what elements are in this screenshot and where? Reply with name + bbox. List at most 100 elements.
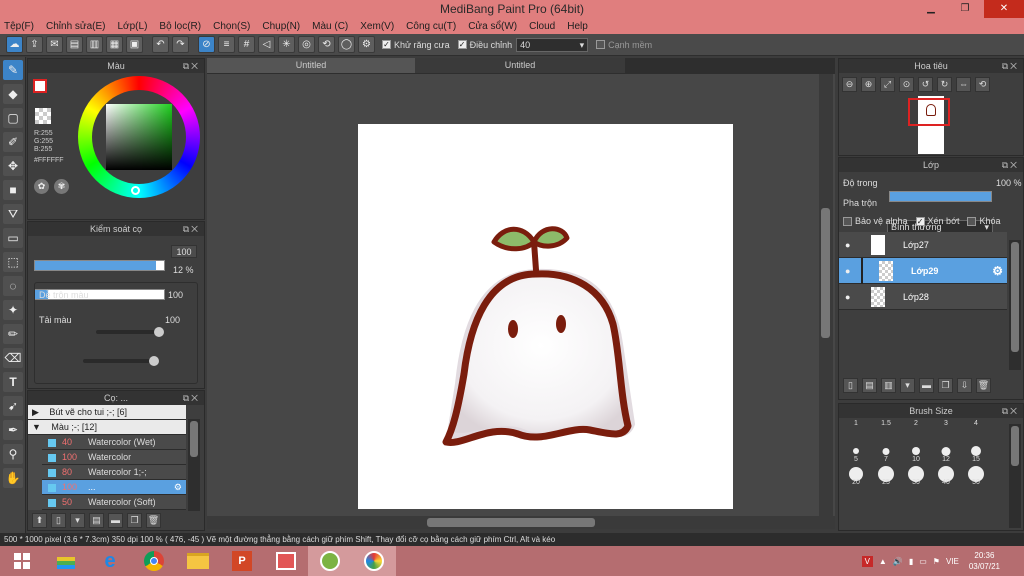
menu-filter[interactable]: Bộ lọc(R)	[159, 21, 201, 32]
panel-pin-icon[interactable]: ⧉✕	[1002, 404, 1019, 418]
antialias-checkbox[interactable]: ✓	[382, 40, 391, 49]
file-explorer-icon[interactable]	[176, 546, 220, 576]
ellipse-snap-icon[interactable]: ◯	[338, 36, 355, 53]
bucket-tool-icon[interactable]: ⛛	[3, 204, 23, 224]
redo-icon[interactable]: ↷	[172, 36, 189, 53]
cloud-icon[interactable]: ☁	[6, 36, 23, 53]
brush-tool-icon[interactable]: ✎	[3, 60, 23, 80]
brush-size-option[interactable]: 25	[871, 464, 901, 487]
menu-select[interactable]: Chọn(S)	[213, 21, 250, 32]
windows-start-icon[interactable]	[0, 546, 44, 576]
grid-list-icon[interactable]: ▦	[106, 36, 123, 53]
brush-menu-icon[interactable]: ▾	[70, 513, 85, 528]
crosshatch-snap-icon[interactable]: #	[238, 36, 255, 53]
select-tool-icon[interactable]: ⬚	[3, 252, 23, 272]
parallel-snap-icon[interactable]: ≡	[218, 36, 235, 53]
clock[interactable]: 20:36 03/07/21	[969, 550, 1000, 572]
snap-off-icon[interactable]: ⊘	[198, 36, 215, 53]
chrome-icon[interactable]	[132, 546, 176, 576]
visibility-icon[interactable]: ●	[845, 258, 850, 284]
clipping-checkbox[interactable]: ✓	[915, 216, 925, 226]
layer-row[interactable]: ● Lớp28	[839, 284, 1007, 310]
brush-size-slider[interactable]	[34, 260, 165, 271]
brush-size-option[interactable]: 50	[961, 464, 991, 487]
duplicate-layer-icon[interactable]: ❐	[938, 378, 953, 393]
canvas-horizontal-scrollbar[interactable]	[207, 516, 835, 529]
transparent-color-swatch[interactable]	[35, 108, 51, 124]
divide-tool-icon[interactable]: ✒	[3, 420, 23, 440]
menu-view[interactable]: Xem(V)	[360, 21, 394, 32]
layer-settings-icon[interactable]: ⚙	[992, 258, 1003, 284]
reset-view-icon[interactable]: ⟲	[975, 77, 990, 92]
medibang-icon[interactable]	[352, 546, 396, 576]
gradient-tool-icon[interactable]: ▭	[3, 228, 23, 248]
restore-icon[interactable]: ❐	[954, 0, 976, 18]
brush-size-option[interactable]: 5	[841, 441, 871, 464]
hue-cursor[interactable]	[131, 186, 140, 195]
brush-group[interactable]: ▶ Bút vẽ cho tui ;-; [6]	[28, 405, 186, 420]
new-layer-icon[interactable]: ▯	[843, 378, 858, 393]
brush-item-selected[interactable]: 100... ⚙	[42, 480, 186, 495]
curve-snap-icon[interactable]: ⟲	[318, 36, 335, 53]
visibility-icon[interactable]: ●	[845, 232, 850, 258]
brush-group[interactable]: ▼ Màu ;-; [12]	[28, 420, 186, 435]
amount-slider[interactable]	[83, 356, 160, 366]
undo-icon[interactable]: ↶	[152, 36, 169, 53]
brush-size-scrollbar[interactable]	[1009, 424, 1021, 528]
fill-shape-tool-icon[interactable]: ■	[3, 180, 23, 200]
bluestacks-icon[interactable]	[44, 546, 88, 576]
dot-brush-tool-icon[interactable]: ✐	[3, 132, 23, 152]
menu-layer[interactable]: Lớp(L)	[118, 21, 148, 32]
brush-size-option[interactable]: 1.5	[871, 418, 901, 441]
radial-snap-icon[interactable]: ✳	[278, 36, 295, 53]
soft-edge-checkbox[interactable]	[596, 40, 606, 49]
select-eraser-tool-icon[interactable]: ⌫	[3, 348, 23, 368]
duplicate-brush-icon[interactable]: ❐	[127, 513, 142, 528]
menu-file[interactable]: Tệp(F)	[4, 21, 34, 32]
circle-snap-icon[interactable]: ◎	[298, 36, 315, 53]
palette-icon[interactable]: ✿	[34, 179, 49, 194]
new-halftone-layer-icon[interactable]: ▤	[862, 378, 877, 393]
network-icon[interactable]: ▮	[909, 557, 913, 566]
brush-size-option[interactable]: 4	[961, 418, 991, 441]
vietkey-icon[interactable]: V	[861, 555, 873, 567]
menu-color[interactable]: Màu (C)	[312, 21, 348, 32]
palette-edit-icon[interactable]: ✾	[54, 179, 69, 194]
panel-pin-icon[interactable]: ⧉✕	[183, 391, 200, 405]
new-brush-icon[interactable]: ▯	[51, 513, 66, 528]
magic-wand-tool-icon[interactable]: ✦	[3, 300, 23, 320]
eraser-tool-icon[interactable]: ◆	[3, 84, 23, 104]
brush-settings-icon[interactable]: ⚙	[174, 480, 182, 494]
navigator-preview[interactable]	[908, 96, 950, 154]
lock-checkbox[interactable]	[967, 216, 977, 226]
zoom-in-icon[interactable]: ⊕	[861, 77, 876, 92]
green-app-icon[interactable]	[308, 546, 352, 576]
snap-settings-icon[interactable]: ⚙	[358, 36, 375, 53]
select-pen-tool-icon[interactable]: ✏	[3, 324, 23, 344]
flip-icon[interactable]: ⇔	[956, 77, 971, 92]
layer-list-scrollbar[interactable]	[1009, 240, 1021, 370]
menu-tools[interactable]: Công cụ(T)	[406, 21, 456, 32]
panel-pin-icon[interactable]: ⧉✕	[1002, 158, 1019, 172]
rectangle-tool-icon[interactable]: ▢	[3, 108, 23, 128]
brush-size-option[interactable]: 3	[931, 418, 961, 441]
panel-pin-icon[interactable]: ⧉✕	[183, 59, 200, 73]
layer-opacity-slider[interactable]	[889, 191, 992, 202]
brush-list-scrollbar[interactable]	[188, 419, 200, 511]
menu-cloud[interactable]: Cloud	[529, 21, 555, 32]
correction-checkbox[interactable]: ✓	[457, 40, 467, 49]
menu-help[interactable]: Help	[567, 21, 588, 32]
volume-icon[interactable]: 🔊	[893, 557, 903, 566]
brush-size-option[interactable]: 7	[871, 441, 901, 464]
brush-item[interactable]: 50 Watercolor (Soft)	[42, 495, 186, 510]
foreground-color-swatch[interactable]	[33, 79, 47, 93]
new-8bit-layer-icon[interactable]: ▥	[881, 378, 896, 393]
panel-pin-icon[interactable]: ⧉✕	[1002, 59, 1019, 73]
brush-size-option[interactable]: 12	[931, 441, 961, 464]
battery-icon[interactable]: ▭	[919, 557, 927, 566]
lasso-tool-icon[interactable]: ◌	[3, 276, 23, 296]
comment-icon[interactable]: ✉	[46, 36, 63, 53]
vanishing-snap-icon[interactable]: ◁	[258, 36, 275, 53]
fit-window-icon[interactable]: ⤢	[880, 77, 895, 92]
tab-untitled-1[interactable]: Untitled	[207, 58, 415, 73]
